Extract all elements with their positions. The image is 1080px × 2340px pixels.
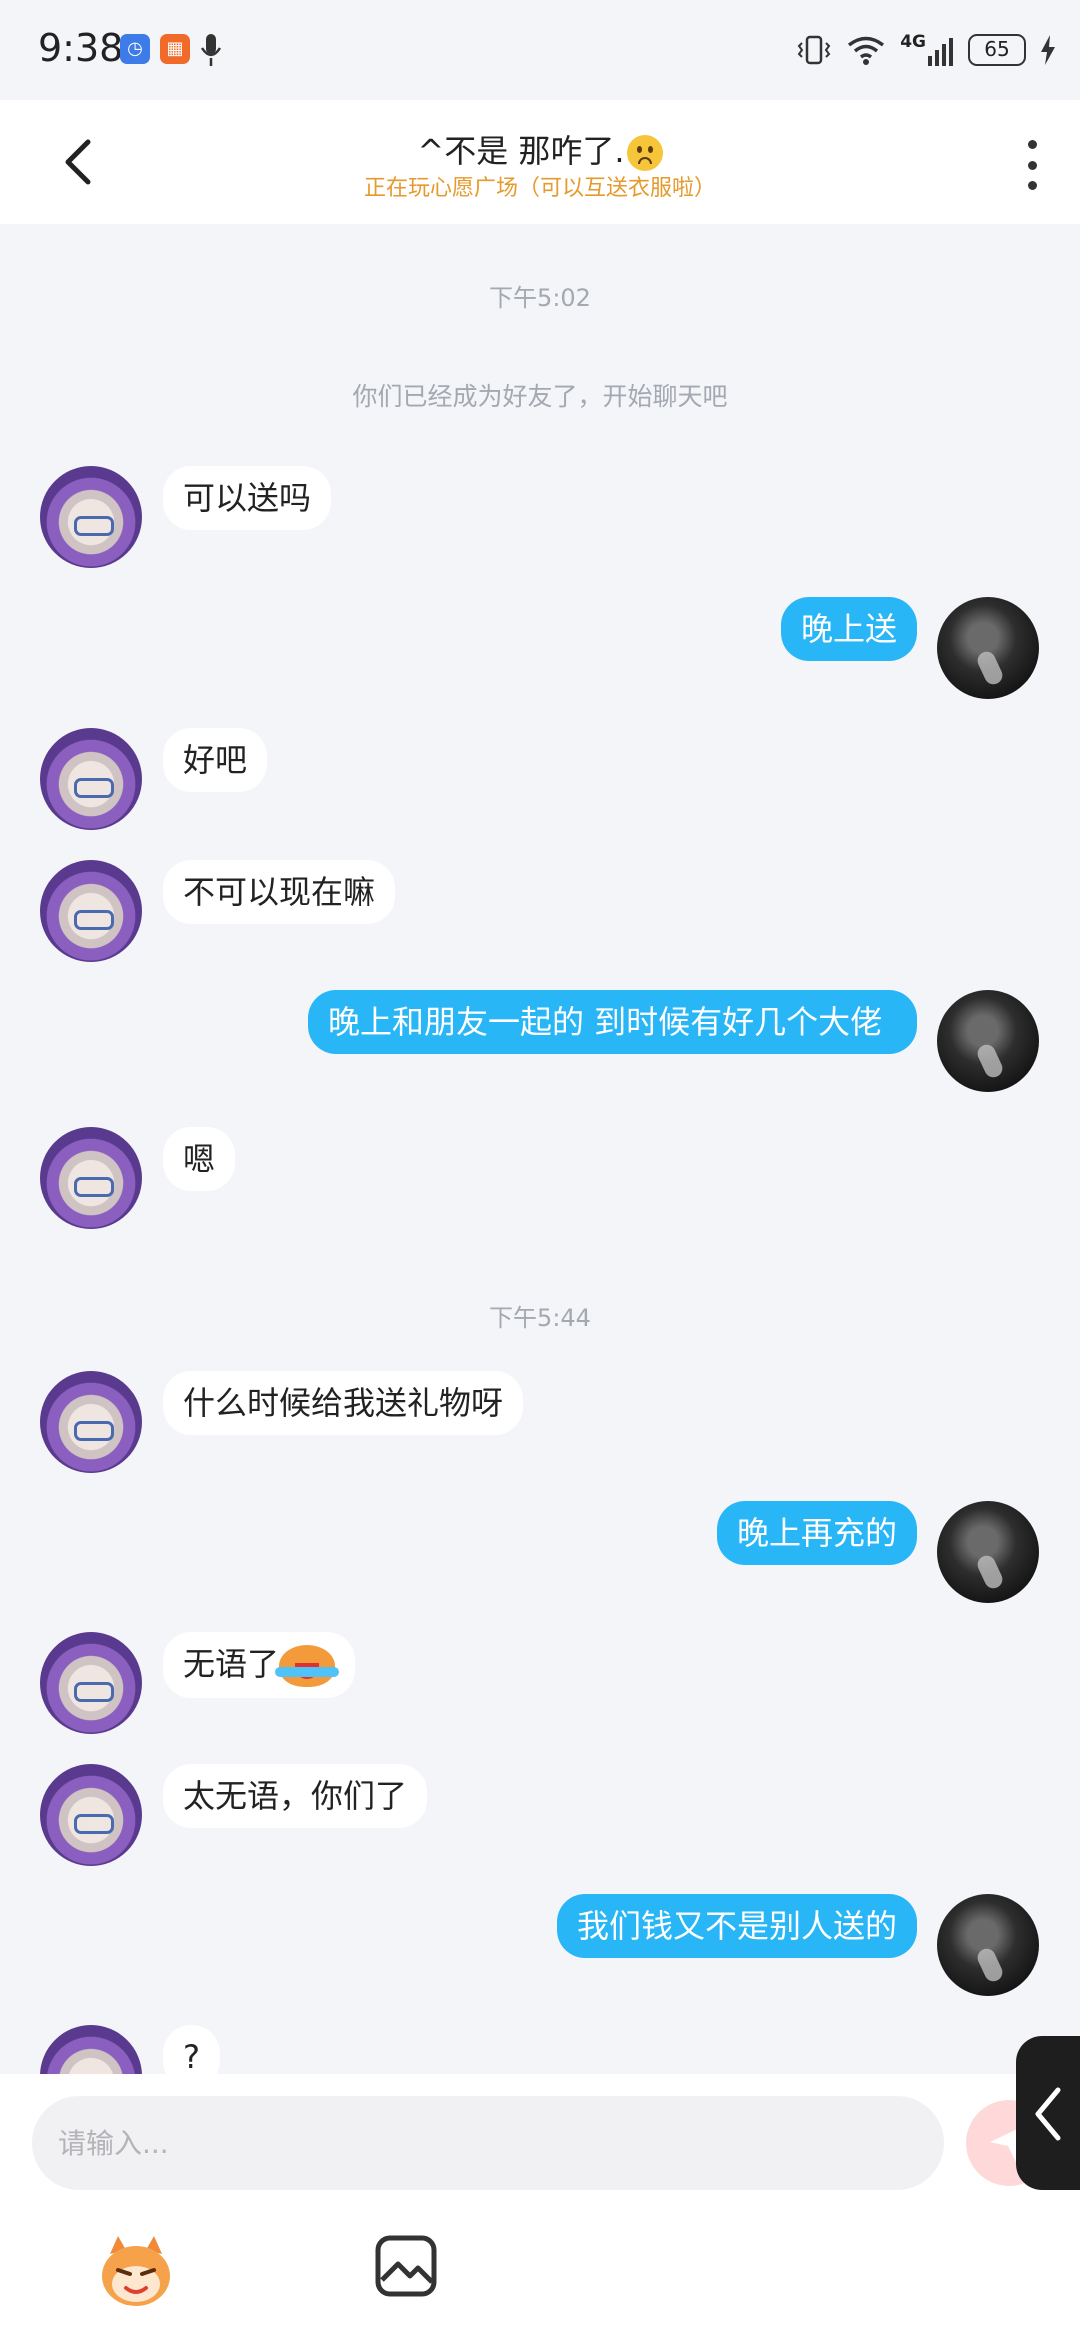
- crying-sticker-icon: [275, 1645, 340, 1687]
- more-options-icon[interactable]: [1020, 140, 1044, 190]
- signal-indicator: 4G: [900, 34, 954, 66]
- outgoing-message[interactable]: 我们钱又不是别人送的: [556, 1894, 917, 1958]
- input-bar: [0, 2074, 1080, 2340]
- my-avatar[interactable]: [937, 1501, 1039, 1603]
- contact-avatar[interactable]: [40, 1127, 142, 1229]
- incoming-message[interactable]: 可以送吗: [163, 466, 332, 530]
- contact-avatar[interactable]: [40, 1764, 142, 1866]
- worried-face-icon: [626, 135, 663, 171]
- sticker-button[interactable]: [96, 2234, 176, 2310]
- signal-icon: [928, 38, 953, 66]
- contact-avatar[interactable]: [40, 728, 142, 830]
- microphone-icon: [200, 34, 222, 66]
- charging-icon: [1041, 35, 1055, 65]
- message-input[interactable]: [32, 2096, 944, 2190]
- chevron-left-icon: [1035, 2087, 1061, 2141]
- time-divider: 下午5:02: [489, 284, 591, 312]
- contact-avatar[interactable]: [40, 466, 142, 568]
- outgoing-message[interactable]: 晚上和朋友一起的 到时候有好几个大佬: [308, 990, 917, 1054]
- network-type: 4G: [900, 32, 926, 52]
- incoming-message[interactable]: 太无语，你们了: [163, 1764, 428, 1828]
- battery-indicator: 65: [968, 34, 1026, 66]
- vibrate-icon: [797, 35, 831, 65]
- outgoing-message[interactable]: 晚上再充的: [716, 1501, 917, 1565]
- my-avatar[interactable]: [937, 990, 1039, 1092]
- contact-avatar[interactable]: [40, 860, 142, 962]
- chat-header: ^不是 那咋了. 正在玩心愿广场（可以互送衣服啦）: [0, 100, 1080, 224]
- incoming-message[interactable]: 嗯: [163, 1127, 236, 1191]
- clock-app-icon: ◷: [120, 34, 150, 64]
- outgoing-message[interactable]: 晚上送: [780, 597, 917, 661]
- image-button[interactable]: [374, 2234, 438, 2298]
- system-note: 你们已经成为好友了，开始聊天吧: [352, 382, 728, 411]
- status-time: 9:38: [38, 26, 124, 70]
- wifi-icon: [848, 36, 885, 65]
- incoming-message-with-sticker[interactable]: 无语了: [163, 1632, 356, 1698]
- my-avatar[interactable]: [937, 1894, 1039, 1996]
- contact-avatar[interactable]: [40, 1632, 142, 1734]
- incoming-message[interactable]: 不可以现在嘛: [163, 860, 396, 924]
- message-list[interactable]: 下午5:02 你们已经成为好友了，开始聊天吧 可以送吗 晚上送 好吧 不可以现在…: [0, 224, 1080, 2074]
- chat-subtitle: 正在玩心愿广场（可以互送衣服啦）: [363, 176, 716, 201]
- app-notification-icon: ▦: [160, 34, 190, 64]
- side-collapse-handle[interactable]: [1016, 2036, 1080, 2190]
- message-text: 无语了: [183, 1645, 280, 1683]
- my-avatar[interactable]: [937, 597, 1039, 699]
- chat-title: ^不是 那咋了.: [0, 126, 1080, 172]
- status-bar: 9:38 ◷ ▦ 4G 65: [0, 0, 1080, 100]
- incoming-message[interactable]: ?: [163, 2025, 220, 2074]
- chat-title-text: ^不是 那咋了.: [417, 132, 625, 170]
- incoming-message[interactable]: 什么时候给我送礼物呀: [163, 1371, 524, 1435]
- incoming-message[interactable]: 好吧: [163, 728, 268, 792]
- contact-avatar[interactable]: [40, 2025, 142, 2074]
- contact-avatar[interactable]: [40, 1371, 142, 1473]
- time-divider: 下午5:44: [489, 1304, 591, 1332]
